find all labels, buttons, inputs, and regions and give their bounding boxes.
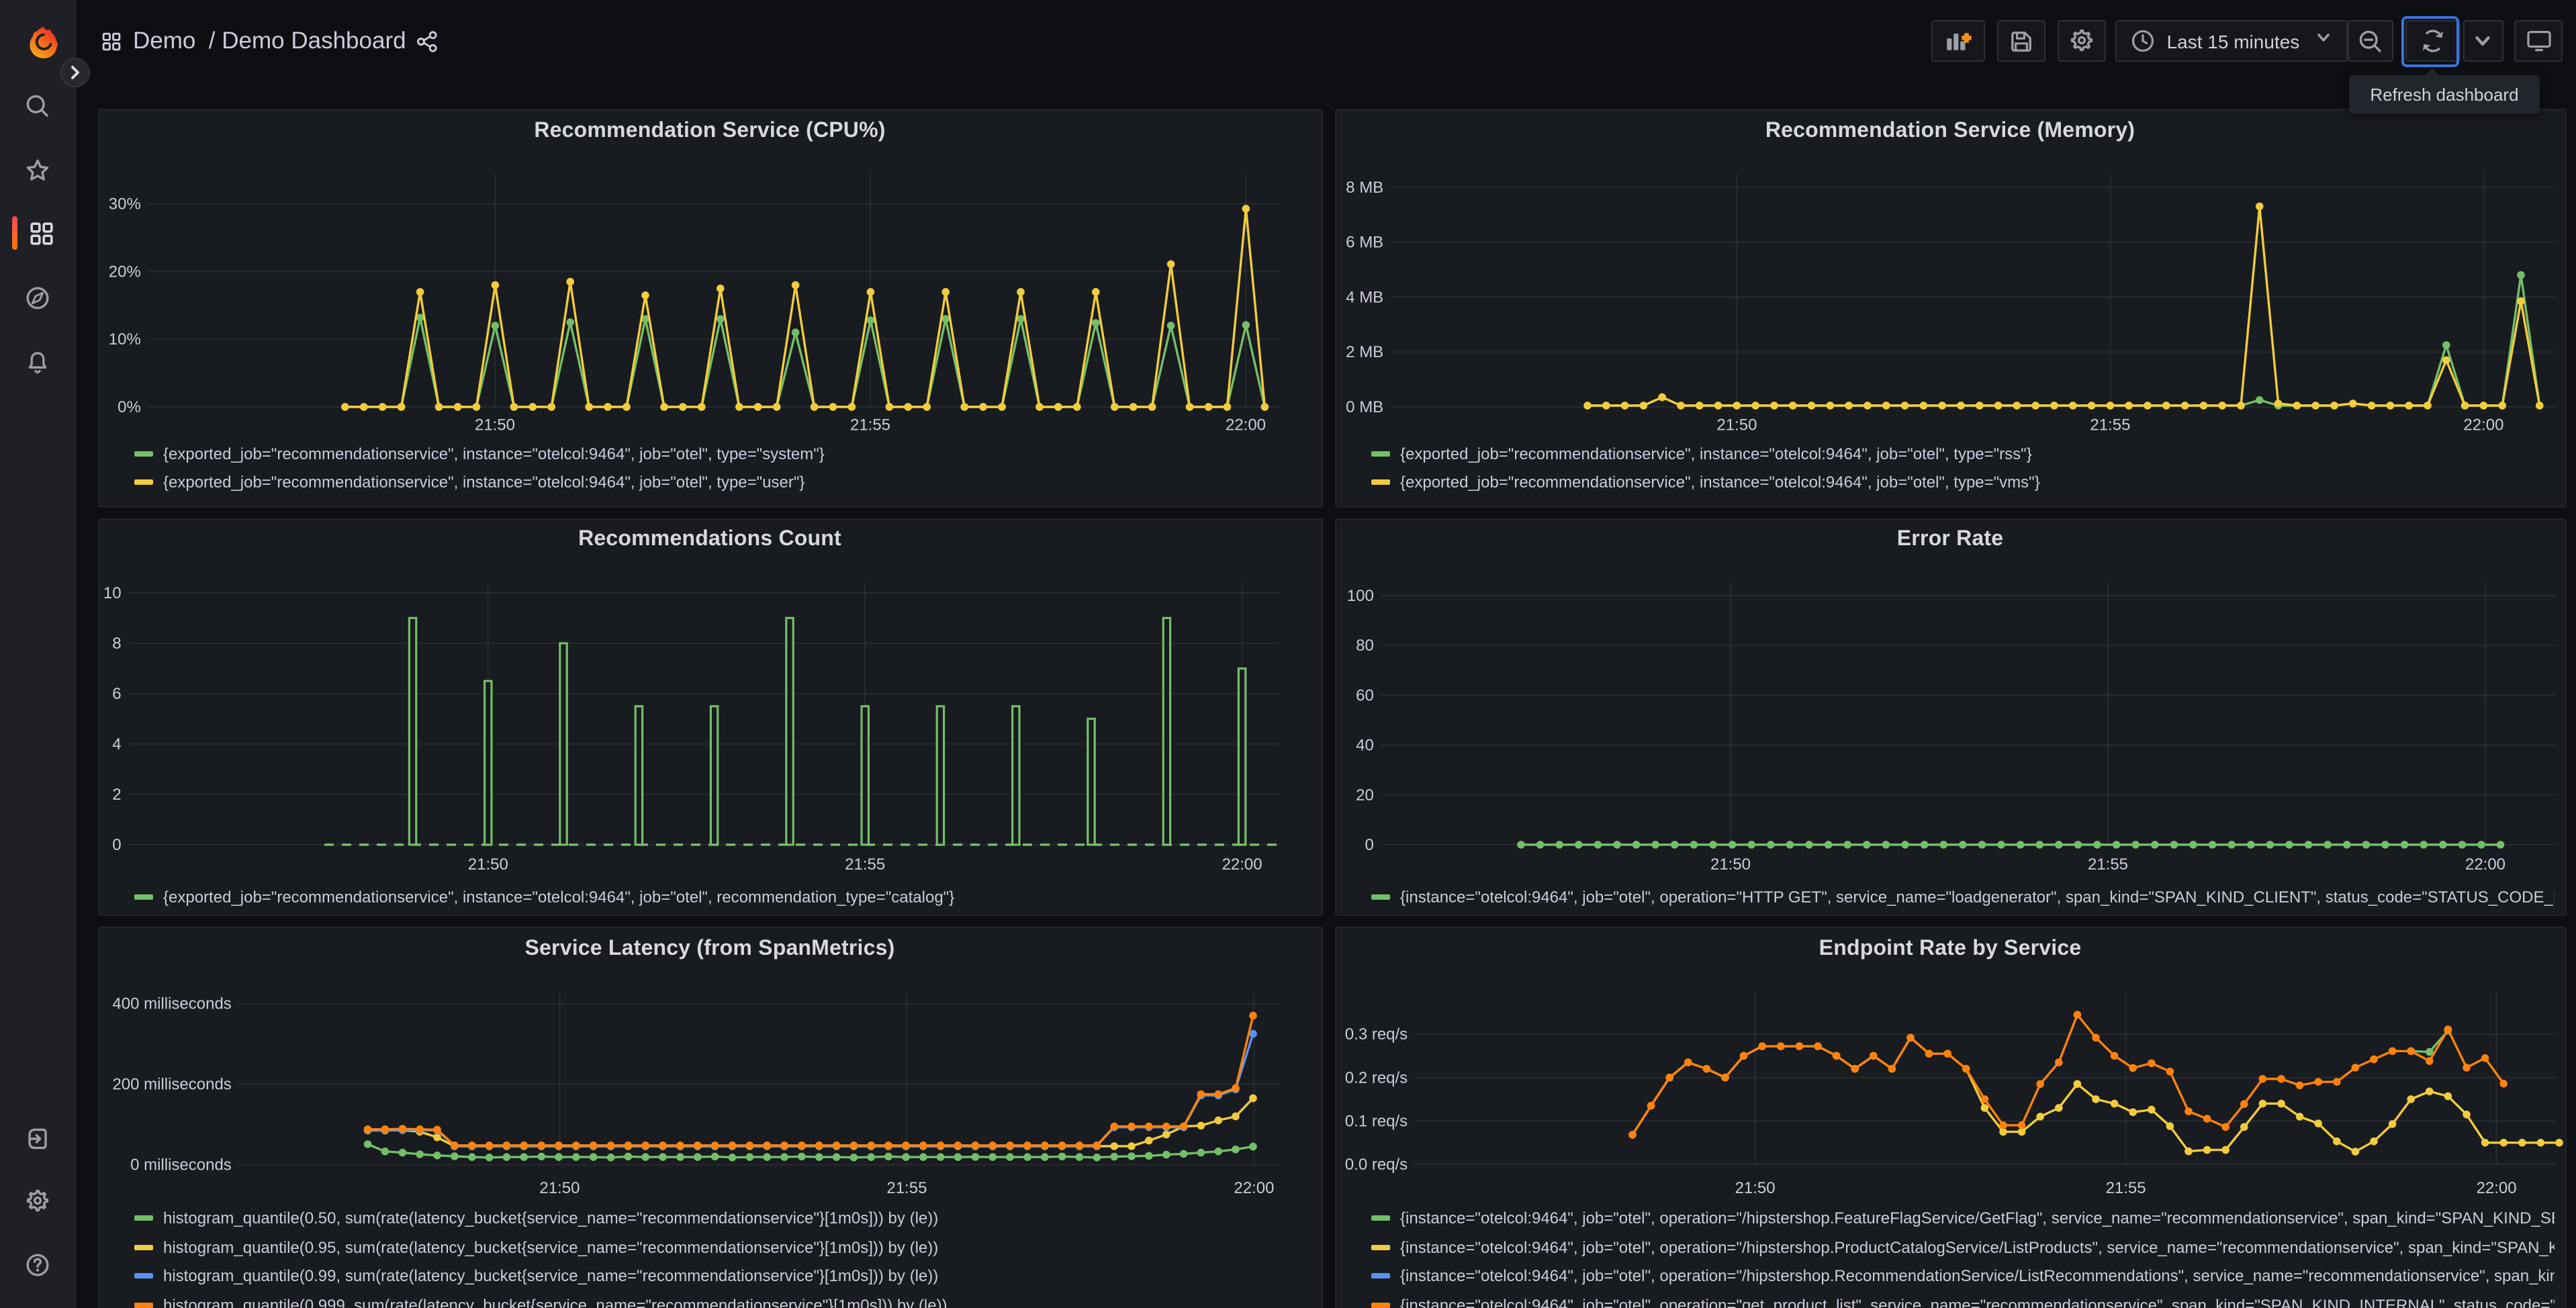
svg-text:2: 2 xyxy=(111,785,120,803)
svg-text:21:50: 21:50 xyxy=(1735,1179,1775,1197)
svg-text:2 MB: 2 MB xyxy=(1345,343,1383,361)
svg-text:22:00: 22:00 xyxy=(1225,416,1265,434)
svg-text:21:50: 21:50 xyxy=(1710,855,1750,873)
svg-text:21:50: 21:50 xyxy=(1716,416,1756,434)
svg-text:30%: 30% xyxy=(108,195,140,214)
svg-text:4 MB: 4 MB xyxy=(1345,288,1383,306)
svg-text:21:55: 21:55 xyxy=(886,1179,926,1197)
svg-text:8 MB: 8 MB xyxy=(1345,179,1383,197)
svg-text:40: 40 xyxy=(1355,736,1373,754)
svg-text:22:00: 22:00 xyxy=(1233,1179,1273,1197)
svg-text:100: 100 xyxy=(1346,586,1373,604)
svg-text:21:55: 21:55 xyxy=(844,855,884,873)
svg-text:200 milliseconds: 200 milliseconds xyxy=(111,1076,230,1094)
svg-text:0%: 0% xyxy=(117,398,140,416)
svg-text:0.3 req/s: 0.3 req/s xyxy=(1344,1025,1407,1043)
svg-text:60: 60 xyxy=(1355,686,1373,704)
svg-text:400 milliseconds: 400 milliseconds xyxy=(111,995,230,1013)
svg-text:0.1 req/s: 0.1 req/s xyxy=(1344,1112,1407,1130)
svg-text:21:50: 21:50 xyxy=(539,1179,579,1197)
svg-text:6 MB: 6 MB xyxy=(1345,234,1383,252)
svg-text:0: 0 xyxy=(111,835,120,853)
svg-text:0 MB: 0 MB xyxy=(1345,398,1383,416)
svg-text:22:00: 22:00 xyxy=(2463,416,2503,434)
svg-text:21:55: 21:55 xyxy=(2105,1179,2146,1197)
svg-text:21:55: 21:55 xyxy=(849,416,890,434)
svg-text:80: 80 xyxy=(1355,636,1373,654)
svg-text:8: 8 xyxy=(111,634,120,652)
svg-text:22:00: 22:00 xyxy=(1222,855,1262,873)
svg-text:10%: 10% xyxy=(108,330,140,348)
svg-text:21:55: 21:55 xyxy=(2089,416,2129,434)
svg-text:0.2 req/s: 0.2 req/s xyxy=(1344,1069,1407,1087)
svg-text:22:00: 22:00 xyxy=(2476,1179,2516,1197)
svg-text:0: 0 xyxy=(1364,835,1373,853)
svg-text:22:00: 22:00 xyxy=(2465,855,2505,873)
svg-text:20%: 20% xyxy=(108,263,140,281)
svg-text:0 milliseconds: 0 milliseconds xyxy=(130,1156,231,1174)
svg-text:10: 10 xyxy=(103,583,121,602)
svg-text:20: 20 xyxy=(1355,786,1373,804)
svg-text:21:50: 21:50 xyxy=(474,416,514,434)
svg-text:21:50: 21:50 xyxy=(467,855,508,873)
svg-text:6: 6 xyxy=(111,684,120,702)
svg-text:21:55: 21:55 xyxy=(2087,855,2127,873)
svg-text:0.0 req/s: 0.0 req/s xyxy=(1344,1156,1407,1174)
svg-text:4: 4 xyxy=(111,735,120,753)
